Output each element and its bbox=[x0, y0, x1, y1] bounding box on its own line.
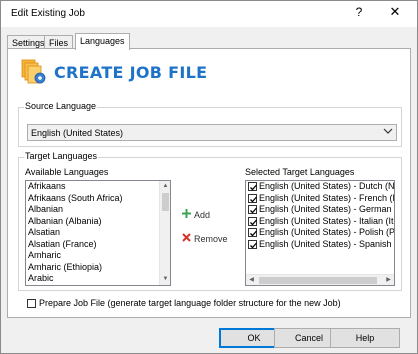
prepare-job-file-option[interactable]: Prepare Job File (generate target langua… bbox=[27, 298, 341, 309]
checkbox[interactable] bbox=[248, 205, 257, 215]
list-item-label: English (United States) - Spanish ( bbox=[259, 238, 395, 249]
list-item-label: English (United States) - Dutch (Ne bbox=[259, 181, 395, 191]
remove-label: Remove bbox=[194, 234, 228, 244]
title-bar: Edit Existing Job ? ✕ bbox=[1, 1, 417, 27]
source-language-legend: Source Language bbox=[24, 101, 98, 111]
list-item[interactable]: Afrikaans bbox=[26, 181, 170, 193]
scroll-thumb[interactable] bbox=[259, 277, 377, 284]
list-item[interactable]: Arabic bbox=[26, 273, 170, 285]
checkbox[interactable] bbox=[248, 182, 257, 192]
list-item[interactable]: English (United States) - Italian (It bbox=[246, 216, 394, 228]
list-item[interactable]: English (United States) - German ( bbox=[246, 204, 394, 216]
close-button[interactable]: ✕ bbox=[385, 4, 405, 20]
scroll-right-icon[interactable]: ▶ bbox=[383, 275, 394, 285]
title-help-button[interactable]: ? bbox=[351, 5, 367, 19]
selected-languages-list[interactable]: English (United States) - Dutch (Ne Engl… bbox=[245, 180, 395, 286]
edit-job-dialog: Edit Existing Job ? ✕ Settings Files Lan… bbox=[0, 0, 418, 354]
scroll-left-icon[interactable]: ◀ bbox=[246, 275, 257, 285]
source-language-value: English (United States) bbox=[31, 128, 124, 138]
target-languages-group: Target Languages Available Languages Afr… bbox=[18, 151, 402, 291]
chevron-down-icon bbox=[383, 126, 393, 138]
list-item[interactable]: Albanian (Albania) bbox=[26, 216, 170, 228]
checkbox[interactable] bbox=[248, 239, 257, 249]
languages-panel: CREATE JOB FILE Source Language English … bbox=[7, 48, 411, 318]
remove-x-icon bbox=[181, 233, 191, 245]
add-label: Add bbox=[194, 210, 211, 220]
list-item[interactable]: English (United States) - French (F bbox=[246, 193, 394, 205]
list-item-label: English (United States) - Polish (Po bbox=[259, 227, 395, 237]
list-item-label: English (United States) - German ( bbox=[259, 204, 395, 214]
checkbox[interactable] bbox=[248, 228, 257, 238]
scroll-down-icon[interactable]: ▼ bbox=[160, 274, 170, 285]
target-languages-legend: Target Languages bbox=[24, 151, 99, 161]
add-button[interactable]: Add bbox=[181, 209, 210, 221]
list-item[interactable]: Alsatian (France) bbox=[26, 239, 170, 251]
prepare-job-file-label: Prepare Job File (generate target langua… bbox=[39, 298, 341, 308]
list-item[interactable]: Amharic bbox=[26, 250, 170, 262]
remove-button[interactable]: Remove bbox=[181, 233, 228, 245]
list-item-label: English (United States) - French (F bbox=[259, 192, 395, 203]
available-languages-list[interactable]: Afrikaans Afrikaans (South Africa) Alban… bbox=[25, 180, 171, 286]
prepare-job-file-checkbox[interactable] bbox=[27, 299, 36, 309]
help-button[interactable]: Help bbox=[330, 328, 400, 348]
scroll-thumb[interactable] bbox=[162, 193, 169, 211]
list-item[interactable]: English (United States) - Dutch (Ne bbox=[246, 181, 394, 193]
list-item-label: English (United States) - Italian (It bbox=[259, 215, 394, 226]
list-item[interactable]: English (United States) - Spanish ( bbox=[246, 239, 394, 251]
available-languages-label: Available Languages bbox=[25, 167, 109, 177]
plus-icon bbox=[181, 209, 191, 221]
source-language-dropdown[interactable]: English (United States) bbox=[27, 124, 397, 141]
list-item[interactable]: Afrikaans (South Africa) bbox=[26, 193, 170, 205]
list-item[interactable]: Albanian bbox=[26, 204, 170, 216]
horizontal-scrollbar[interactable]: ◀ ▶ bbox=[246, 274, 394, 285]
scroll-up-icon[interactable]: ▲ bbox=[160, 181, 170, 192]
list-item[interactable]: Alsatian bbox=[26, 227, 170, 239]
checkbox[interactable] bbox=[248, 193, 257, 203]
vertical-scrollbar[interactable]: ▲ ▼ bbox=[159, 181, 170, 285]
selected-languages-label: Selected Target Languages bbox=[245, 167, 355, 177]
checkbox[interactable] bbox=[248, 216, 257, 226]
tab-languages[interactable]: Languages bbox=[75, 33, 130, 50]
list-item[interactable]: Amharic (Ethiopia) bbox=[26, 262, 170, 274]
list-item[interactable]: English (United States) - Polish (Po bbox=[246, 227, 394, 239]
tab-files[interactable]: Files bbox=[44, 35, 74, 49]
document-gear-icon bbox=[21, 59, 46, 84]
window-title: Edit Existing Job bbox=[11, 8, 85, 19]
source-language-group: Source Language English (United States) bbox=[18, 101, 402, 147]
banner-title: CREATE JOB FILE bbox=[54, 63, 208, 82]
